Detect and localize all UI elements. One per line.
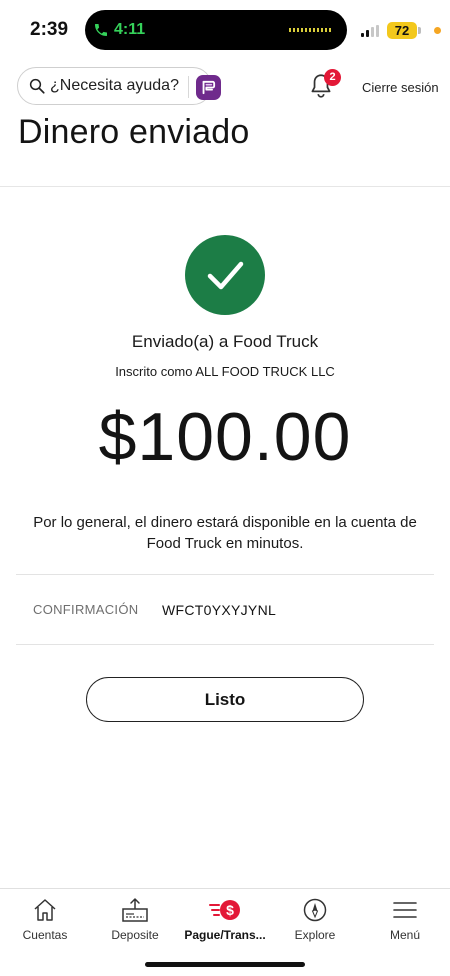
phone-icon <box>95 24 107 36</box>
notification-count-badge: 2 <box>324 69 341 86</box>
battery-level: 72 <box>387 22 417 39</box>
nav-label: Deposite <box>111 928 159 942</box>
amount-sent: $100.00 <box>98 399 352 475</box>
confirmation-code: WFCT0YXYJYNL <box>162 602 277 618</box>
compass-icon <box>303 898 327 922</box>
active-call-indicator[interactable]: 4:11 <box>93 19 145 41</box>
divider <box>188 76 189 98</box>
status-time: 2:39 <box>30 19 69 40</box>
success-checkmark-icon <box>185 235 265 315</box>
recipient-registered-name: Inscrito como ALL FOOD TRUCK LLC <box>115 364 335 379</box>
page-title: Dinero enviado <box>18 113 250 151</box>
done-button[interactable]: Listo <box>86 677 364 722</box>
search-icon <box>29 78 45 94</box>
home-icon <box>34 899 56 921</box>
help-search-label: ¿Necesita ayuda? <box>50 77 179 94</box>
nav-label: Cuentas <box>22 928 68 942</box>
nav-item-deposit[interactable]: Deposite <box>90 895 180 942</box>
divider <box>16 644 434 645</box>
audio-waveform-icon <box>289 28 333 32</box>
nav-item-accounts[interactable]: Cuentas <box>0 895 90 942</box>
home-indicator[interactable] <box>145 962 305 967</box>
dynamic-island[interactable]: 4:11 <box>85 10 347 50</box>
help-search-button[interactable]: ¿Necesita ayuda? <box>17 67 221 105</box>
recipient-sent-to: Enviado(a) a Food Truck <box>131 332 319 351</box>
notifications-button[interactable]: 2 <box>308 69 341 102</box>
confirmation-label: CONFIRMACIÓN <box>33 602 139 617</box>
header-divider <box>0 186 450 187</box>
call-duration: 4:11 <box>114 21 146 38</box>
nav-label: Pague/Trans... <box>184 928 266 942</box>
nav-item-menu[interactable]: Menú <box>360 895 450 942</box>
svg-text:$: $ <box>226 902 234 918</box>
nav-item-explore[interactable]: Explore <box>270 895 360 942</box>
erica-assistant-icon[interactable] <box>196 75 221 100</box>
divider <box>16 574 434 575</box>
pay-transfer-icon: $ <box>209 900 240 920</box>
availability-note: Por lo general, el dinero estará disponi… <box>33 514 417 552</box>
cellular-signal-icon <box>361 25 379 37</box>
battery-cap-icon <box>418 27 421 34</box>
status-bar: 2:39 4:11 72 <box>0 0 450 62</box>
microphone-in-use-indicator <box>434 27 441 34</box>
nav-item-pay-transfer[interactable]: $ Pague/Trans... <box>180 895 270 942</box>
nav-label: Explore <box>294 928 336 942</box>
nav-label: Menú <box>389 928 421 942</box>
menu-icon <box>393 902 417 918</box>
deposit-icon <box>122 898 148 922</box>
sign-out-link[interactable]: Cierre sesión <box>362 80 439 95</box>
